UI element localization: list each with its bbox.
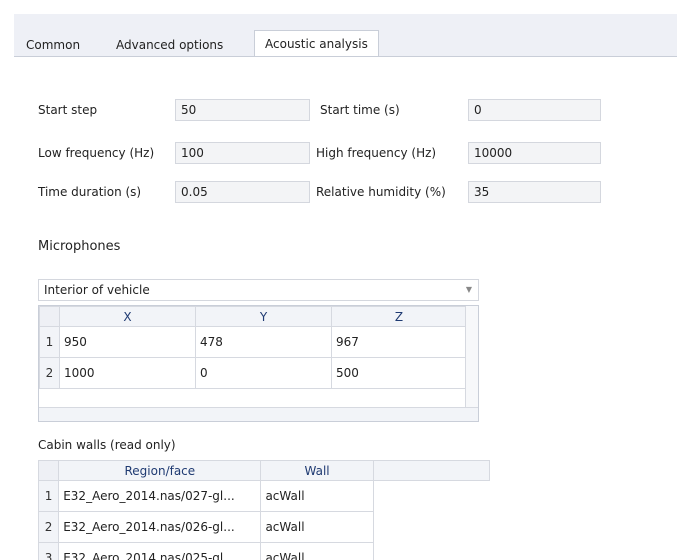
- microphones-dropdown-value: Interior of vehicle: [44, 283, 150, 297]
- dialog-frame: Common Advanced options Acoustic analysi…: [14, 14, 677, 558]
- column-header-y[interactable]: Y: [196, 307, 332, 327]
- table-row: 2 1000 0 500: [40, 358, 467, 389]
- cell-wall[interactable]: acWall: [261, 481, 373, 512]
- row-number[interactable]: 2: [40, 358, 60, 389]
- tab-common[interactable]: Common: [26, 34, 80, 56]
- cell-z[interactable]: 500: [332, 358, 467, 389]
- high-frequency-label: High frequency (Hz): [316, 146, 436, 160]
- start-time-field[interactable]: 0: [468, 99, 601, 121]
- start-time-label: Start time (s): [320, 103, 400, 117]
- cell-x[interactable]: 950: [60, 327, 196, 358]
- time-duration-label: Time duration (s): [38, 185, 141, 199]
- table-row: 1 E32_Aero_2014.nas/027-gl... acWall: [39, 481, 490, 512]
- column-header-region-face[interactable]: Region/face: [59, 461, 261, 481]
- cell-region-face[interactable]: E32_Aero_2014.nas/025-gl...: [59, 543, 261, 560]
- relative-humidity-field[interactable]: 35: [468, 181, 601, 203]
- relative-humidity-label: Relative humidity (%): [316, 185, 446, 199]
- column-header-x[interactable]: X: [60, 307, 196, 327]
- empty-cell: [373, 512, 489, 543]
- table-header-row: X Y Z: [40, 307, 467, 327]
- cabin-walls-table: Region/face Wall 1 E32_Aero_2014.nas/027…: [38, 460, 490, 560]
- cell-y[interactable]: 478: [196, 327, 332, 358]
- empty-cell: [373, 481, 489, 512]
- cell-region-face[interactable]: E32_Aero_2014.nas/026-gl...: [59, 512, 261, 543]
- microphones-table: X Y Z 1 950 478 967 2 1000 0 500: [38, 305, 479, 422]
- tab-advanced-options[interactable]: Advanced options: [116, 34, 223, 56]
- chevron-down-icon[interactable]: ▼: [466, 280, 472, 300]
- cell-wall[interactable]: acWall: [261, 543, 373, 560]
- row-number[interactable]: 1: [40, 327, 60, 358]
- vertical-scrollbar[interactable]: [465, 306, 478, 421]
- microphones-dropdown[interactable]: Interior of vehicle ▼: [38, 279, 479, 301]
- cell-region-face[interactable]: E32_Aero_2014.nas/027-gl...: [59, 481, 261, 512]
- start-step-field[interactable]: 50: [175, 99, 310, 121]
- column-header-wall[interactable]: Wall: [261, 461, 373, 481]
- time-duration-field[interactable]: 0.05: [175, 181, 310, 203]
- table-corner: [40, 307, 60, 327]
- cell-z[interactable]: 967: [332, 327, 467, 358]
- table-row: 3 E32_Aero_2014.nas/025-gl... acWall: [39, 543, 490, 560]
- row-number[interactable]: 1: [39, 481, 59, 512]
- acoustic-analysis-panel: Start step 50 Start time (s) 0 Low frequ…: [14, 56, 677, 559]
- cell-wall[interactable]: acWall: [261, 512, 373, 543]
- cell-y[interactable]: 0: [196, 358, 332, 389]
- start-step-label: Start step: [38, 103, 97, 117]
- column-header-empty: [373, 461, 489, 481]
- microphones-title: Microphones: [38, 239, 120, 254]
- table-corner: [39, 461, 59, 481]
- row-number[interactable]: 2: [39, 512, 59, 543]
- empty-cell: [373, 543, 489, 560]
- low-frequency-field[interactable]: 100: [175, 142, 310, 164]
- cabin-walls-title: Cabin walls (read only): [38, 438, 176, 452]
- table-header-row: Region/face Wall: [39, 461, 490, 481]
- table-row: 2 E32_Aero_2014.nas/026-gl... acWall: [39, 512, 490, 543]
- low-frequency-label: Low frequency (Hz): [38, 146, 154, 160]
- cell-x[interactable]: 1000: [60, 358, 196, 389]
- horizontal-scrollbar[interactable]: [39, 407, 478, 421]
- tab-bar: Common Advanced options Acoustic analysi…: [14, 14, 677, 56]
- row-number[interactable]: 3: [39, 543, 59, 560]
- table-row: 1 950 478 967: [40, 327, 467, 358]
- column-header-z[interactable]: Z: [332, 307, 467, 327]
- tab-acoustic-analysis[interactable]: Acoustic analysis: [254, 30, 379, 56]
- high-frequency-field[interactable]: 10000: [468, 142, 601, 164]
